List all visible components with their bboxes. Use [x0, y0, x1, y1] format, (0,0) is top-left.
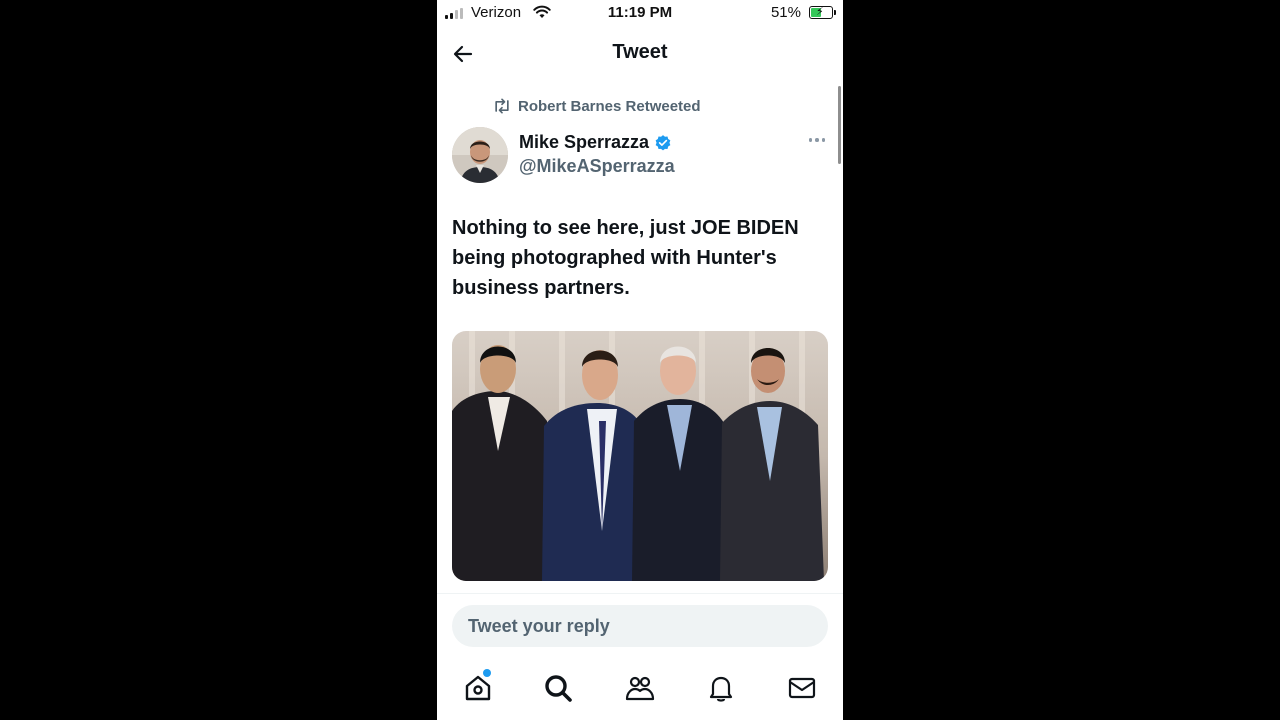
tweet-text: Nothing to see here, just JOE BIDEN bein…	[452, 213, 832, 303]
header: Tweet	[437, 30, 843, 78]
status-bar: Verizon 11:19 PM 51% ⚡	[437, 0, 843, 28]
tab-bar	[437, 664, 843, 714]
tweet-photo[interactable]	[452, 331, 828, 581]
verified-badge-icon	[655, 134, 671, 150]
page-title: Tweet	[612, 41, 668, 63]
battery-icon: ⚡	[809, 6, 836, 19]
retweet-context[interactable]: Robert Barnes Retweeted	[492, 97, 701, 115]
search-icon[interactable]	[542, 672, 574, 704]
notifications-icon[interactable]	[705, 672, 737, 704]
phone-screen: Verizon 11:19 PM 51% ⚡ Tweet Robert Barn…	[437, 0, 843, 720]
author-name[interactable]: Mike Sperrazza	[519, 132, 649, 153]
author-row[interactable]: Mike Sperrazza	[519, 132, 672, 153]
tweet-text-line: Nothing to see here, just JOE BIDEN	[452, 217, 799, 239]
more-options-icon[interactable]	[808, 138, 825, 142]
photo-of-four-men-in-suits-icon	[452, 331, 828, 581]
author-handle[interactable]: @MikeASperrazza	[519, 156, 675, 177]
retweeted-by-label: Robert Barnes Retweeted	[518, 97, 701, 115]
charging-bolt-icon: ⚡	[816, 6, 824, 18]
scrollbar[interactable]	[838, 86, 841, 164]
reply-placeholder: Tweet your reply	[468, 616, 610, 636]
tweet-text-line: being photographed with Hunter's	[452, 247, 777, 269]
tweet-text-line: business partners.	[452, 277, 630, 299]
battery-percent: 51%	[770, 4, 801, 21]
reply-input[interactable]: Tweet your reply	[452, 605, 828, 647]
home-icon[interactable]	[462, 669, 494, 704]
notification-dot	[483, 669, 491, 677]
divider	[437, 593, 843, 594]
messages-icon[interactable]	[786, 672, 818, 704]
avatar[interactable]	[452, 127, 508, 183]
communities-icon[interactable]	[624, 672, 656, 704]
retweet-icon	[495, 98, 509, 114]
